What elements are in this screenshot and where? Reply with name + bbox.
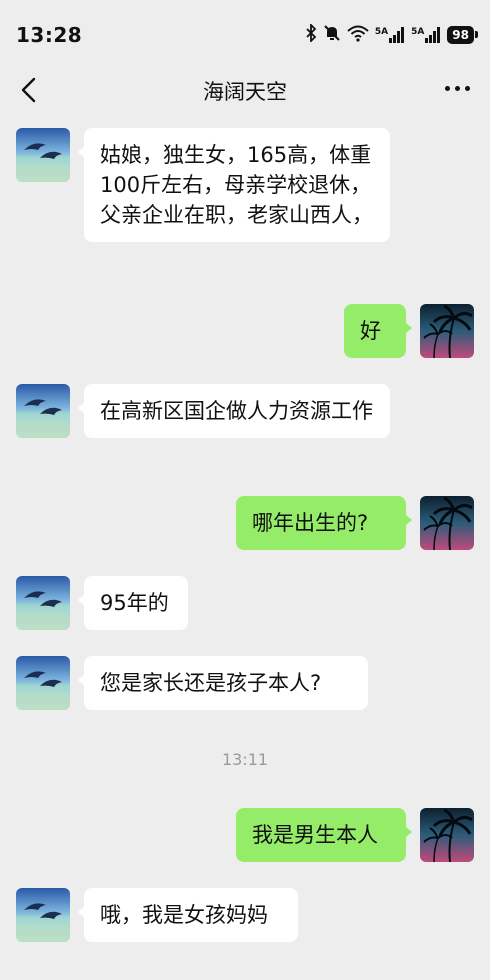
received-message[interactable]: 姑娘，独生女，165高，体重100斤左右，母亲学校退休，父亲企业在职，老家山西人… bbox=[78, 128, 390, 242]
cellular-signal-icon-2: 5A bbox=[411, 27, 441, 43]
contact-avatar[interactable] bbox=[16, 656, 70, 710]
cellular-signal-icon: 5A bbox=[375, 27, 405, 43]
bluetooth-icon bbox=[305, 22, 317, 46]
my-avatar[interactable] bbox=[420, 496, 474, 550]
received-message[interactable]: 95年的 bbox=[78, 576, 188, 630]
message-timestamp: 13:11 bbox=[221, 750, 269, 769]
mute-bell-icon bbox=[323, 24, 341, 46]
more-dot-icon bbox=[445, 86, 450, 91]
received-message[interactable]: 您是家长还是孩子本人? bbox=[78, 656, 368, 710]
contact-avatar[interactable] bbox=[16, 576, 70, 630]
contact-avatar[interactable] bbox=[16, 888, 70, 942]
status-bar: 13:28 5A 5A 98 bbox=[0, 0, 490, 62]
sent-message[interactable]: 好 bbox=[344, 304, 412, 358]
sent-message[interactable]: 哪年出生的? bbox=[236, 496, 412, 550]
contact-avatar[interactable] bbox=[16, 384, 70, 438]
received-message[interactable]: 在高新区国企做人力资源工作 bbox=[78, 384, 390, 438]
more-options-button[interactable] bbox=[445, 86, 470, 91]
received-message[interactable]: 哦，我是女孩妈妈 bbox=[78, 888, 298, 942]
wifi-icon bbox=[347, 24, 369, 46]
status-time: 13:28 bbox=[16, 23, 83, 47]
sent-message[interactable]: 我是男生本人 bbox=[236, 808, 412, 862]
battery-icon: 98 bbox=[447, 26, 478, 44]
my-avatar[interactable] bbox=[420, 304, 474, 358]
chat-header: 海阔天空 bbox=[0, 62, 490, 118]
status-icons: 5A 5A 98 bbox=[305, 22, 478, 46]
contact-avatar[interactable] bbox=[16, 128, 70, 182]
my-avatar[interactable] bbox=[420, 808, 474, 862]
chat-title: 海阔天空 bbox=[203, 80, 287, 104]
